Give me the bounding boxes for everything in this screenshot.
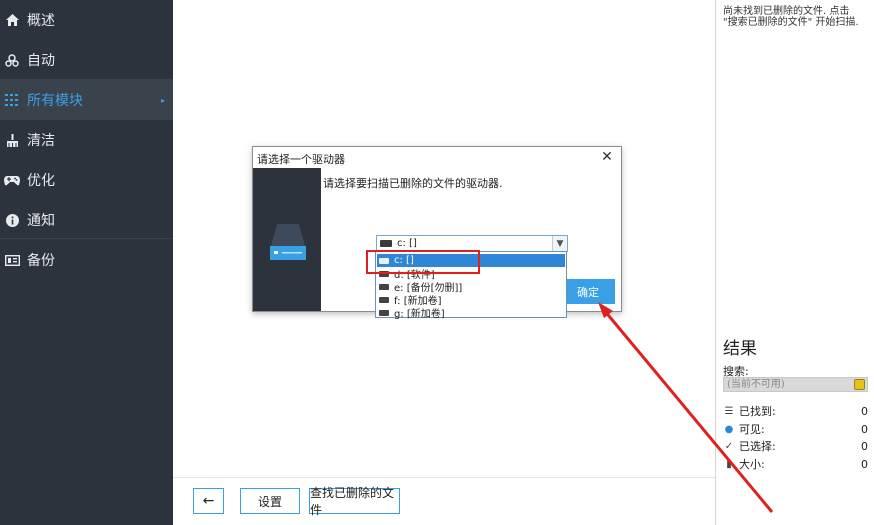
drive-icon <box>379 309 389 316</box>
list-icon: ☰ <box>724 405 734 417</box>
dialog-message: 请选择要扫描已删除的文件的驱动器. <box>323 177 503 190</box>
broom-icon <box>3 133 21 147</box>
sidebar-item-auto[interactable]: 自动 <box>0 40 173 80</box>
back-arrow-icon: ← <box>202 493 215 509</box>
sidebar-item-label: 备份 <box>27 253 55 269</box>
sidebar-item-backup[interactable]: 备份 <box>0 240 173 280</box>
hard-drive-icon <box>270 224 306 260</box>
drive-option-g[interactable]: g: [新加卷] <box>377 306 565 320</box>
search-folder-icon[interactable] <box>854 379 865 390</box>
drive-icon <box>380 240 392 247</box>
settings-label: 设置 <box>257 494 282 509</box>
stat-size: ▮ 大小: 0 <box>723 456 868 472</box>
backup-icon <box>3 254 21 266</box>
dialog-titlebar: 请选择一个驱动器 ✕ <box>253 147 621 168</box>
drive-select-value: c: [] <box>397 238 417 249</box>
sidebar-item-label: 通知 <box>27 213 55 229</box>
stat-label: 可见: <box>739 423 765 436</box>
close-icon[interactable]: ✕ <box>599 149 615 165</box>
sidebar-item-label: 清洁 <box>27 133 55 149</box>
back-button[interactable]: ← <box>193 488 224 514</box>
sidebar-item-clean[interactable]: 清洁 <box>0 120 173 160</box>
find-deleted-label: 查找已删除的文件 <box>310 486 395 517</box>
sidebar-item-all-modules[interactable]: 所有模块 ▸ <box>0 80 173 120</box>
divider <box>0 238 173 239</box>
stat-visible: ● 可见: 0 <box>723 421 868 437</box>
ok-button[interactable]: 确定 <box>561 279 615 304</box>
results-hint-line2: "搜索已删除的文件" 开始扫描. <box>723 17 859 28</box>
grid-icon <box>3 94 21 106</box>
chevron-down-icon[interactable]: ▼ <box>552 236 567 251</box>
sidebar-item-label: 自动 <box>27 53 55 69</box>
stat-value: 0 <box>861 439 868 453</box>
stat-found: ☰ 已找到: 0 <box>723 403 868 419</box>
results-hint-line1: 尚未找到已删除的文件. 点击 <box>723 6 850 17</box>
stat-value: 0 <box>861 404 868 418</box>
ok-label: 确定 <box>577 285 599 299</box>
find-deleted-files-button[interactable]: 查找已删除的文件 <box>309 486 400 517</box>
info-icon <box>3 213 21 227</box>
bar-chart-icon: ▮ <box>726 458 732 470</box>
eye-icon: ● <box>724 423 734 435</box>
sidebar-item-label: 所有模块 <box>27 93 83 109</box>
divider <box>173 477 715 478</box>
gamepad-icon <box>3 175 21 186</box>
option-label: g: [新加卷] <box>394 309 445 320</box>
stat-selected: ✓ 已选择: 0 <box>723 438 868 454</box>
home-icon <box>3 14 21 26</box>
drive-icon <box>379 296 389 303</box>
check-icon: ✓ <box>724 440 734 452</box>
sidebar-item-overview[interactable]: 概述 <box>0 0 173 40</box>
sidebar-item-label: 概述 <box>27 13 55 29</box>
sidebar: 概述 自动 所有模块 ▸ 清洁 优化 通知 备份 <box>0 0 173 525</box>
dialog-side-panel <box>253 168 321 311</box>
results-title: 结果 <box>723 339 757 359</box>
chevron-right-icon: ▸ <box>160 95 165 105</box>
auto-icon <box>3 53 21 67</box>
search-placeholder: (当前不可用) <box>727 379 785 390</box>
settings-button[interactable]: 设置 <box>240 488 300 514</box>
search-input[interactable]: (当前不可用) <box>723 377 868 392</box>
stat-label: 大小: <box>739 458 765 471</box>
sidebar-item-notify[interactable]: 通知 <box>0 200 173 240</box>
stat-label: 已找到: <box>739 405 776 418</box>
stat-value: 0 <box>861 422 868 436</box>
stat-label: 已选择: <box>739 440 776 453</box>
sidebar-item-label: 优化 <box>27 173 55 189</box>
annotation-highlight-box <box>366 250 480 274</box>
sidebar-item-optimize[interactable]: 优化 <box>0 160 173 200</box>
drive-icon <box>379 283 389 290</box>
stat-value: 0 <box>861 457 868 471</box>
dialog-title: 请选择一个驱动器 <box>257 153 345 166</box>
